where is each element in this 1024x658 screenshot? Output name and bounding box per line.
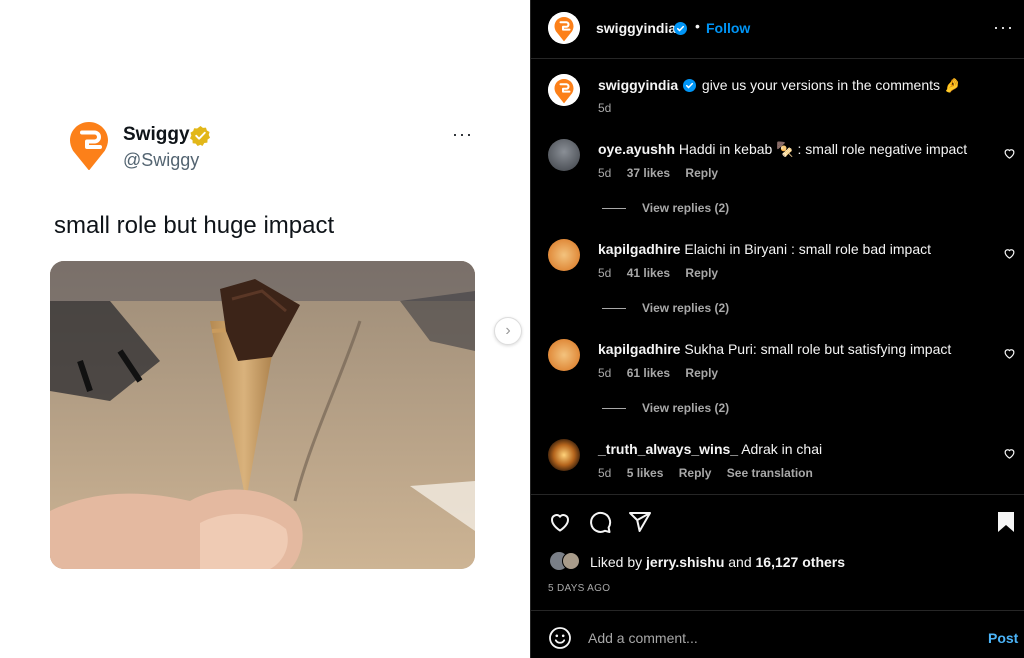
post-media: Swiggy @Swiggy ··· small role but huge i… xyxy=(0,0,530,658)
tweet-photo xyxy=(50,261,475,569)
comment-meta: 5d 41 likes Reply xyxy=(598,266,730,280)
caption-avatar[interactable] xyxy=(548,74,580,106)
comment-reply-button[interactable]: Reply xyxy=(679,466,712,480)
comment-like-heart-icon[interactable] xyxy=(1003,347,1016,360)
cone-photo-illustration xyxy=(50,261,475,569)
comment-avatar[interactable] xyxy=(548,439,580,471)
comment-meta: 5d 37 likes Reply xyxy=(598,166,730,180)
author-avatar[interactable] xyxy=(548,12,580,44)
liker-avatar[interactable] xyxy=(562,552,580,570)
comment-username[interactable]: oye.ayushh xyxy=(598,141,675,157)
liker-username[interactable]: jerry.shishu xyxy=(646,554,724,570)
comment-reply-button[interactable]: Reply xyxy=(685,266,718,280)
comment-icon[interactable] xyxy=(588,510,612,534)
tweet-more-icon: ··· xyxy=(452,124,473,144)
comment-time[interactable]: 5d xyxy=(598,166,611,180)
more-options-icon[interactable]: ··· xyxy=(993,17,1014,38)
chevron-right-icon: › xyxy=(505,322,511,339)
comment-reply-button[interactable]: Reply xyxy=(685,166,718,180)
comment-text: Elaichi in Biryani : small role bad impa… xyxy=(684,241,932,257)
verified-gold-icon xyxy=(190,125,211,146)
see-translation-button[interactable]: See translation xyxy=(727,466,813,480)
comment-line: kapilgadhire Elaichi in Biryani : small … xyxy=(598,241,931,257)
comment-username[interactable]: kapilgadhire xyxy=(598,241,680,257)
view-replies-button[interactable]: View replies (2) xyxy=(602,401,729,415)
post-timestamp[interactable]: 5 DAYS AGO xyxy=(548,583,610,594)
author-username[interactable]: swiggyindia xyxy=(596,20,676,36)
comment-likes[interactable]: 37 likes xyxy=(627,166,670,180)
instagram-post-modal: Swiggy @Swiggy ··· small role but huge i… xyxy=(0,0,1024,658)
dot-separator: • xyxy=(695,18,700,34)
add-comment-input[interactable] xyxy=(588,628,968,648)
header-divider xyxy=(531,58,1024,59)
tweet-text: small role but huge impact xyxy=(54,212,335,239)
tweet-handle: @Swiggy xyxy=(123,150,200,170)
comment-like-heart-icon[interactable] xyxy=(1003,247,1016,260)
swiggy-logo xyxy=(70,122,108,170)
post-sidebar: swiggyindia • Follow ··· swiggyindia giv… xyxy=(530,0,1024,658)
view-replies-button[interactable]: View replies (2) xyxy=(602,201,729,215)
comment-text: Adrak in chai xyxy=(741,441,823,457)
share-icon[interactable] xyxy=(628,510,652,534)
emoji-icon[interactable] xyxy=(548,626,572,650)
comment-username[interactable]: kapilgadhire xyxy=(598,341,680,357)
comment-time[interactable]: 5d xyxy=(598,366,611,380)
comment-line: oye.ayushh Haddi in kebab 🍢 : small role… xyxy=(598,141,967,158)
comment-meta: 5d 61 likes Reply xyxy=(598,366,730,380)
swiggy-avatar-logo xyxy=(548,12,580,44)
verified-icon xyxy=(674,22,687,35)
view-replies-button[interactable]: View replies (2) xyxy=(602,301,729,315)
comment-text: Haddi in kebab 🍢 : small role negative i… xyxy=(678,141,968,157)
tweet-author-name: Swiggy xyxy=(123,124,190,145)
comment-meta: 5d 5 likes Reply See translation xyxy=(598,466,825,480)
caption-time[interactable]: 5d xyxy=(598,101,611,115)
comment-avatar[interactable] xyxy=(548,339,580,371)
comment-line: kapilgadhire Sukha Puri: small role but … xyxy=(598,341,951,357)
post-comment-button[interactable]: Post xyxy=(988,630,1018,646)
likes-middle: and xyxy=(728,554,752,570)
comment-avatar[interactable] xyxy=(548,139,580,171)
comment-time[interactable]: 5d xyxy=(598,466,611,480)
comment-likes[interactable]: 5 likes xyxy=(627,466,664,480)
comment-time[interactable]: 5d xyxy=(598,266,611,280)
actions-divider xyxy=(531,494,1024,495)
bookmark-icon[interactable] xyxy=(994,510,1018,534)
comment-like-heart-icon[interactable] xyxy=(1003,147,1016,160)
comment-text: Sukha Puri: small role but satisfying im… xyxy=(684,341,952,357)
comment-likes[interactable]: 61 likes xyxy=(627,366,670,380)
caption-meta: 5d xyxy=(598,101,623,115)
comment-box-divider xyxy=(531,610,1024,611)
like-heart-icon[interactable] xyxy=(548,510,572,534)
comment-like-heart-icon[interactable] xyxy=(1003,447,1016,460)
likes-prefix: Liked by xyxy=(590,554,643,570)
verified-icon xyxy=(683,79,697,92)
next-media-button[interactable]: › xyxy=(494,317,522,345)
caption-username[interactable]: swiggyindia xyxy=(598,77,678,93)
comment-line: _truth_always_wins_ Adrak in chai xyxy=(598,441,822,457)
comment-username[interactable]: _truth_always_wins_ xyxy=(598,441,738,457)
likes-others[interactable]: 16,127 others xyxy=(756,554,846,570)
follow-button[interactable]: Follow xyxy=(706,20,750,36)
swiggy-avatar-logo xyxy=(548,74,580,106)
comment-reply-button[interactable]: Reply xyxy=(685,366,718,380)
likes-summary[interactable]: Liked by jerry.shishu and 16,127 others xyxy=(590,554,845,570)
comment-likes[interactable]: 41 likes xyxy=(627,266,670,280)
comment-avatar[interactable] xyxy=(548,239,580,271)
caption-text: give us your versions in the comments 🤌 xyxy=(701,77,962,93)
caption-line: swiggyindia give us your versions in the… xyxy=(598,77,961,94)
